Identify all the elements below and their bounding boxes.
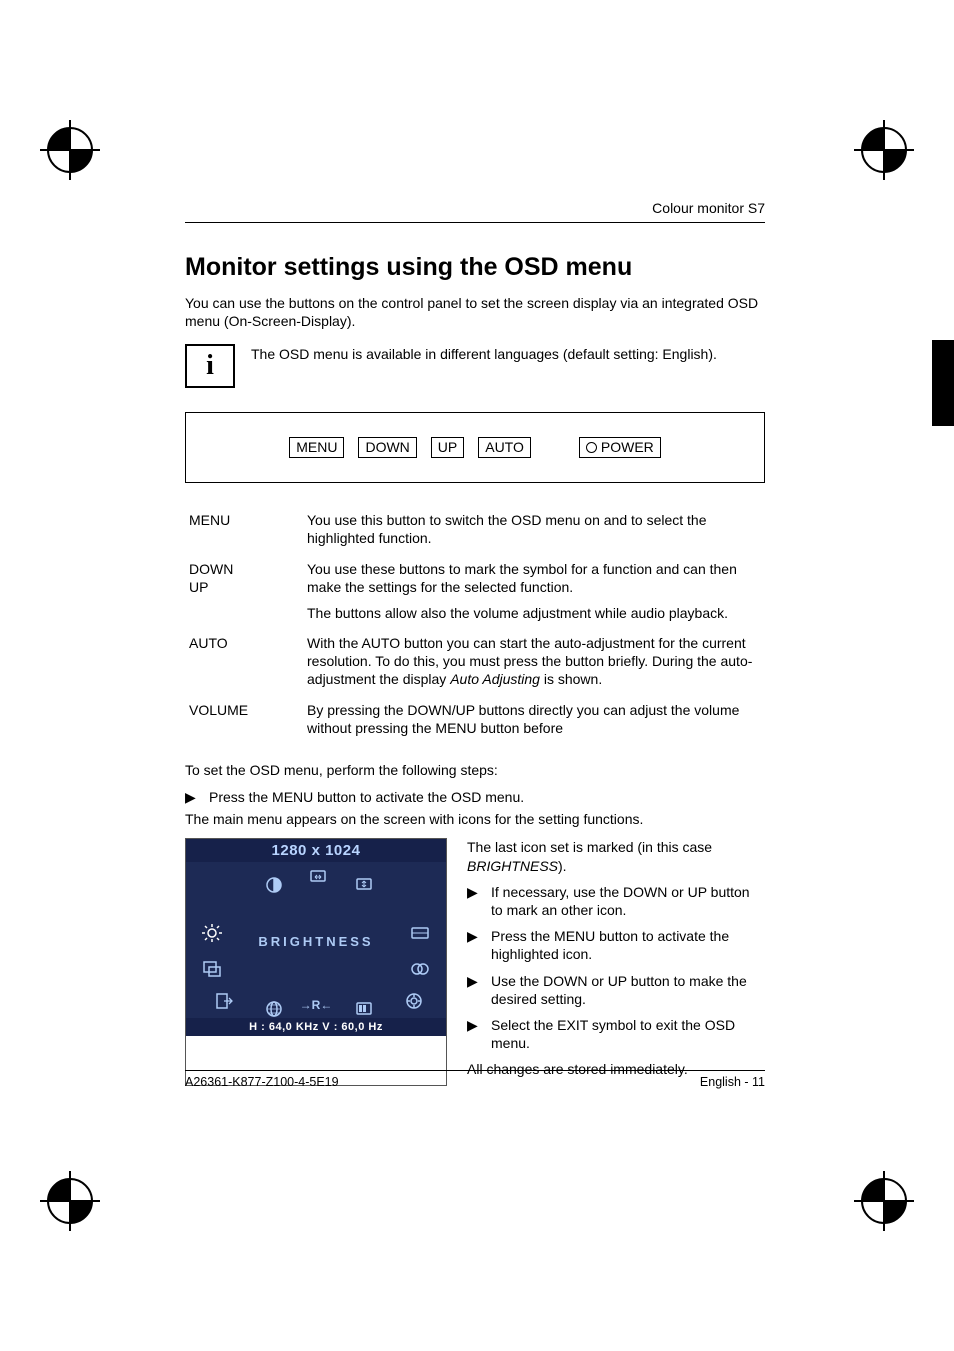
osd-screenshot: 1280 x 1024 BRIGHTNESS →R← H — [185, 838, 447, 1086]
osd-selected-label: BRIGHTNESS — [186, 934, 446, 949]
def-desc: By pressing the DOWN/UP buttons directly… — [303, 695, 765, 743]
step-item: ▶ If necessary, use the DOWN or UP butto… — [467, 883, 765, 919]
osd-frequency: H : 64,0 KHz V : 60,0 Hz — [186, 1018, 446, 1036]
step-marker-icon: ▶ — [185, 789, 209, 806]
step-marker-icon: ▶ — [467, 972, 491, 1008]
step-marker-icon: ▶ — [467, 927, 491, 963]
panel-down-button: DOWN — [358, 437, 416, 458]
steps-intro: To set the OSD menu, perform the followi… — [185, 761, 765, 779]
footer-page-number: English - 11 — [700, 1075, 765, 1089]
right-para-1: The last icon set is marked (in this cas… — [467, 838, 765, 874]
running-header: Colour monitor S7 — [185, 200, 765, 223]
step-text: Press the MENU button to activate the OS… — [209, 789, 524, 806]
def-desc: You use these buttons to mark the symbol… — [303, 554, 765, 629]
panel-auto-button: AUTO — [478, 437, 531, 458]
info-text: The OSD menu is available in different l… — [251, 344, 717, 362]
hposition-icon — [308, 868, 328, 886]
contrast-icon — [264, 876, 284, 894]
panel-menu-button: MENU — [289, 437, 344, 458]
button-definition-table: MENU You use this button to switch the O… — [185, 505, 765, 743]
control-panel-diagram: MENU DOWN UP AUTO POWER — [185, 412, 765, 483]
crop-mark-icon — [854, 1171, 914, 1231]
step-text: Press the MENU button to activate the hi… — [491, 927, 765, 963]
step-text: Select the EXIT symbol to exit the OSD m… — [491, 1016, 765, 1052]
section-tab — [932, 340, 954, 426]
step-item: ▶ Press the MENU button to activate the … — [467, 927, 765, 963]
vposition-icon — [354, 876, 374, 894]
step-text: If necessary, use the DOWN or UP button … — [491, 883, 765, 919]
def-term: MENU — [185, 505, 303, 553]
intro-text: You can use the buttons on the control p… — [185, 294, 765, 330]
step-marker-icon: ▶ — [467, 883, 491, 919]
step-text: Use the DOWN or UP button to make the de… — [491, 972, 765, 1008]
panel-power-label: POWER — [601, 439, 654, 456]
crop-mark-icon — [40, 120, 100, 180]
crop-mark-icon — [854, 120, 914, 180]
def-desc: You use this button to switch the OSD me… — [303, 505, 765, 553]
step-marker-icon: ▶ — [467, 1016, 491, 1052]
panel-power-button: POWER — [579, 437, 661, 458]
def-term: VOLUME — [185, 695, 303, 743]
after-step-text: The main menu appears on the screen with… — [185, 810, 765, 828]
crop-mark-icon — [40, 1171, 100, 1231]
def-desc: With the AUTO button you can start the a… — [303, 628, 765, 695]
def-term: DOWN UP — [185, 554, 303, 629]
step-item: ▶ Use the DOWN or UP button to make the … — [467, 972, 765, 1008]
step-item: ▶ Select the EXIT symbol to exit the OSD… — [467, 1016, 765, 1052]
page-footer: A26361-K877-Z100-4-5E19 English - 11 — [185, 1070, 765, 1089]
info-callout: i The OSD menu is available in different… — [185, 344, 765, 388]
panel-up-button: UP — [431, 437, 464, 458]
step-item: ▶ Press the MENU button to activate the … — [185, 789, 765, 806]
page-title: Monitor settings using the OSD menu — [185, 253, 765, 282]
phase-icon — [410, 960, 430, 978]
def-term: AUTO — [185, 628, 303, 695]
osd-reset-icon: →R← — [186, 998, 446, 1012]
power-led-icon — [586, 442, 597, 453]
info-icon: i — [185, 344, 235, 388]
footer-doc-id: A26361-K877-Z100-4-5E19 — [185, 1075, 339, 1089]
osd-position-icon — [202, 960, 222, 978]
osd-resolution: 1280 x 1024 — [186, 839, 446, 862]
